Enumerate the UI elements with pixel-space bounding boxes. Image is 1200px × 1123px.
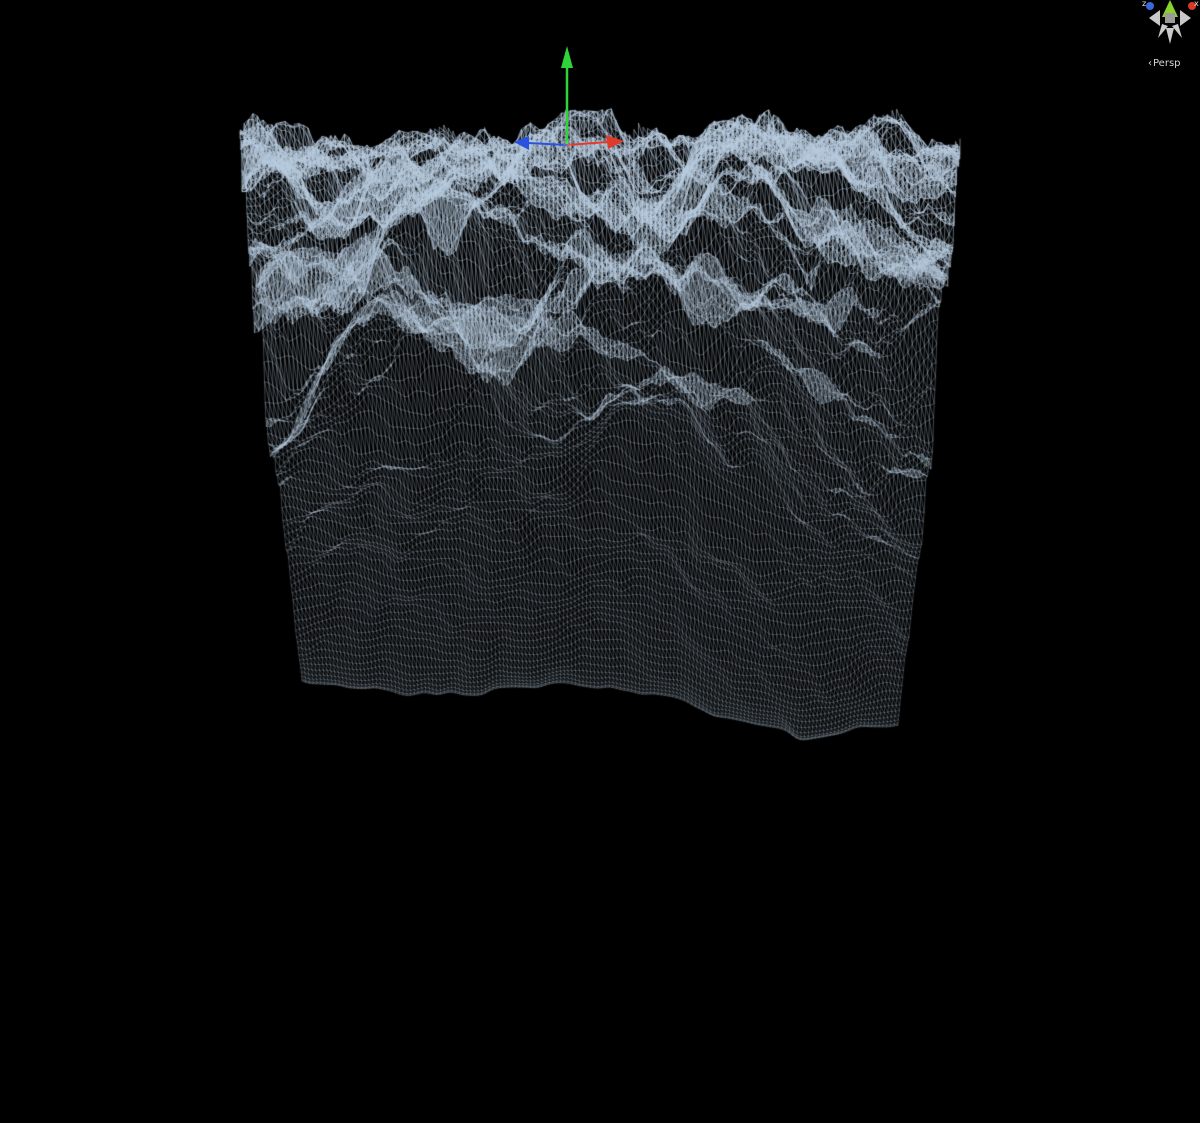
scene-orientation-gizmo[interactable]: z x xyxy=(1142,0,1200,46)
orientation-z-ball[interactable] xyxy=(1146,2,1154,10)
move-handle-center[interactable] xyxy=(563,141,571,149)
projection-toggle[interactable]: ‹Persp xyxy=(1148,56,1181,72)
orientation-neg-y-cone[interactable] xyxy=(1166,28,1174,44)
orientation-x-label: x xyxy=(1194,0,1199,8)
orientation-center-cube[interactable] xyxy=(1165,13,1175,23)
orientation-z-cone[interactable] xyxy=(1149,10,1160,26)
projection-label: Persp xyxy=(1153,58,1181,69)
scene-viewport[interactable]: z x ‹Persp xyxy=(0,0,1200,1123)
orientation-neg-x-cone[interactable] xyxy=(1158,24,1168,38)
orientation-neg-z-cone[interactable] xyxy=(1172,24,1182,38)
orientation-x-cone[interactable] xyxy=(1180,10,1191,26)
orientation-z-label: z xyxy=(1142,0,1147,8)
terrain-wireframe-mesh[interactable] xyxy=(0,0,1200,1123)
chevron-left-icon: ‹ xyxy=(1148,58,1152,69)
